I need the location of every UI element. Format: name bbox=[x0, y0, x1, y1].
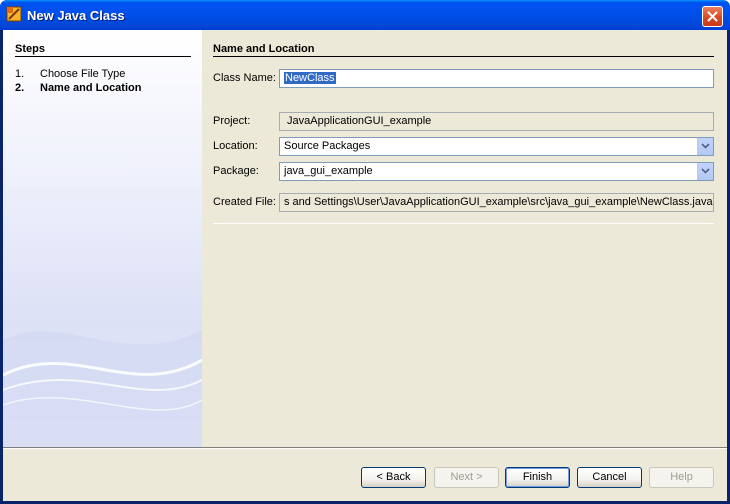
panel-title: Name and Location bbox=[213, 43, 315, 55]
chevron-down-icon bbox=[701, 168, 710, 174]
steps-title: Steps bbox=[15, 43, 45, 55]
button-bar-separator bbox=[3, 447, 727, 449]
project-field: JavaApplicationGUI_example bbox=[279, 112, 714, 131]
package-dropdown-button[interactable] bbox=[697, 163, 713, 180]
step-choose-file-type: 1. Choose File Type bbox=[15, 68, 125, 80]
class-name-label: Class Name: bbox=[213, 72, 276, 84]
class-name-input[interactable]: NewClass bbox=[279, 69, 714, 88]
created-file-label: Created File: bbox=[213, 196, 276, 208]
content-separator bbox=[213, 223, 714, 224]
close-button[interactable] bbox=[702, 6, 723, 27]
created-file-field: s and Settings\User\JavaApplicationGUI_e… bbox=[279, 193, 714, 212]
netbeans-icon bbox=[6, 6, 22, 22]
step-number: 2. bbox=[15, 82, 25, 94]
location-value: Source Packages bbox=[284, 140, 371, 152]
location-combo[interactable]: Source Packages bbox=[279, 137, 714, 156]
back-button[interactable]: < Back bbox=[361, 467, 426, 488]
project-label: Project: bbox=[213, 115, 251, 127]
steps-divider bbox=[15, 56, 191, 57]
cancel-button[interactable]: Cancel bbox=[577, 467, 642, 488]
title-bar[interactable]: New Java Class bbox=[0, 0, 730, 30]
help-button[interactable]: Help bbox=[649, 467, 714, 488]
class-name-value: NewClass bbox=[284, 72, 336, 84]
name-and-location-panel: Name and Location Class Name: NewClass P… bbox=[202, 30, 727, 447]
package-label: Package: bbox=[213, 165, 259, 177]
window-title: New Java Class bbox=[27, 8, 125, 23]
package-value: java_gui_example bbox=[284, 165, 373, 177]
next-button[interactable]: Next > bbox=[434, 467, 499, 488]
location-label: Location: bbox=[213, 140, 258, 152]
package-combo[interactable]: java_gui_example bbox=[279, 162, 714, 181]
dialog-body: Steps 1. Choose File Type 2. Name and Loca… bbox=[3, 30, 727, 501]
new-java-class-dialog: New Java Class Steps 1. Choose File Type … bbox=[0, 0, 730, 504]
location-dropdown-button[interactable] bbox=[697, 138, 713, 155]
step-name-and-location: 2. Name and Location bbox=[15, 82, 141, 94]
step-label: Name and Location bbox=[40, 82, 142, 94]
close-icon bbox=[707, 11, 718, 22]
chevron-down-icon bbox=[701, 143, 710, 149]
step-number: 1. bbox=[15, 68, 25, 80]
steps-panel: Steps 1. Choose File Type 2. Name and Loca… bbox=[3, 30, 202, 447]
panel-divider bbox=[213, 56, 714, 57]
finish-button[interactable]: Finish bbox=[505, 467, 570, 488]
decorative-swoosh bbox=[3, 330, 202, 447]
step-label: Choose File Type bbox=[40, 68, 126, 80]
